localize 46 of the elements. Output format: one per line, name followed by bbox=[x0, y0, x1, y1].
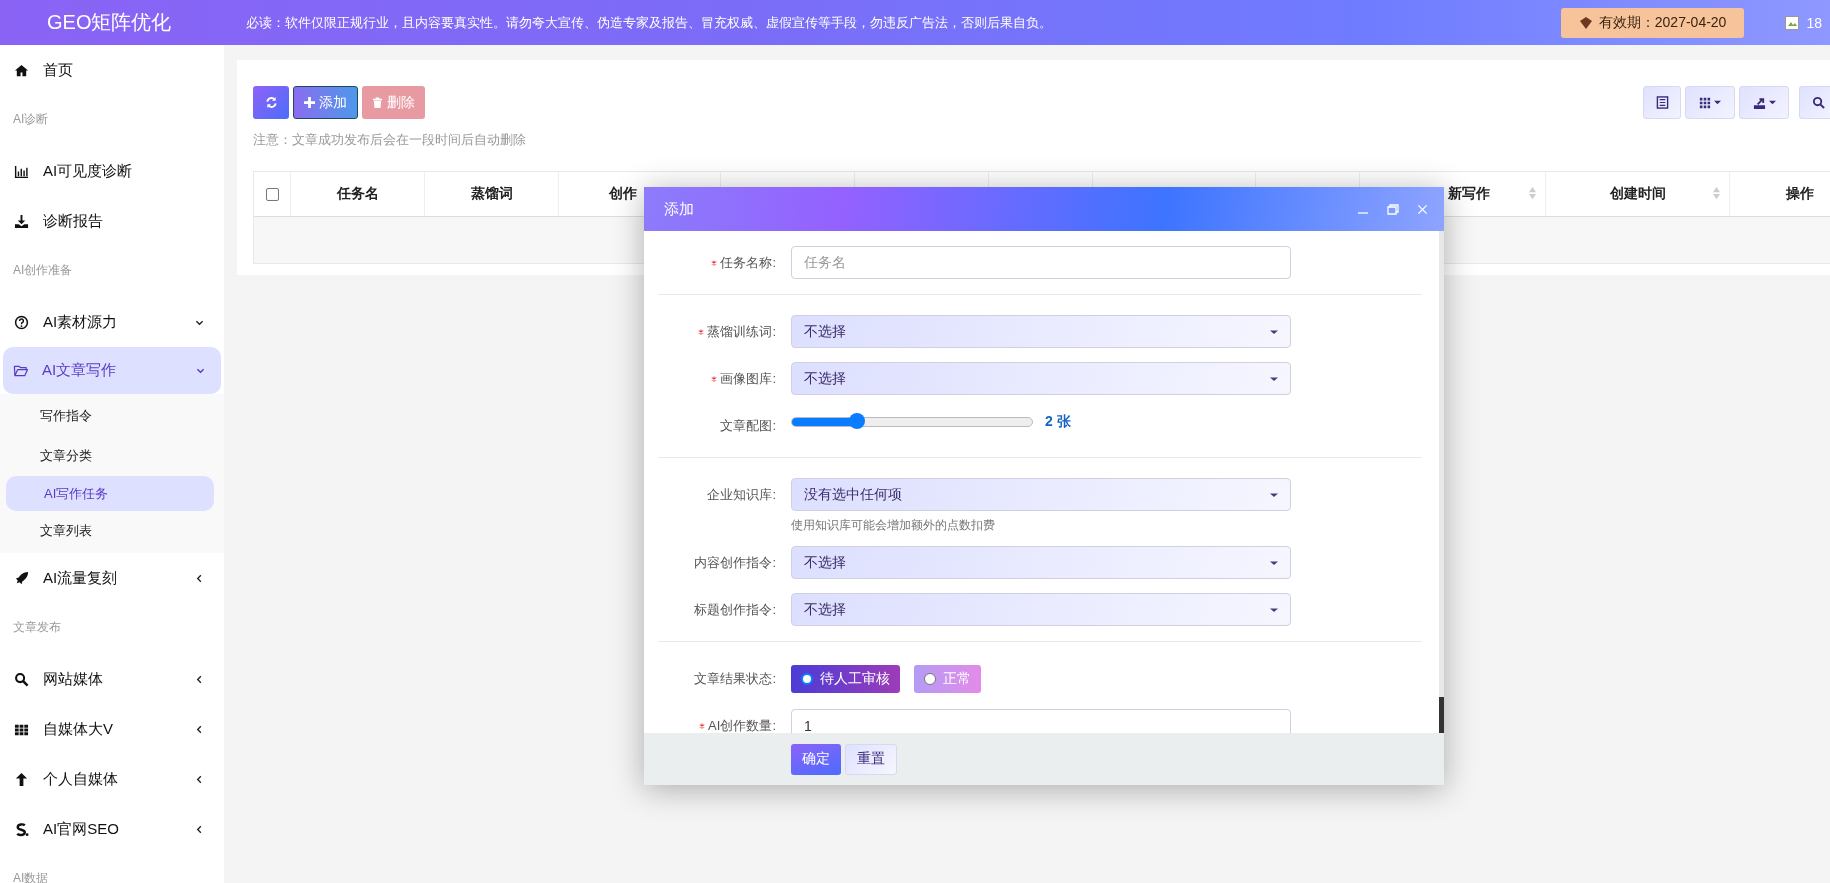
select-field[interactable]: 不选择 bbox=[791, 593, 1291, 626]
slider-value: 2 张 bbox=[1045, 413, 1071, 431]
radio-option[interactable]: 待人工审核 bbox=[791, 664, 900, 693]
submenu-item[interactable]: 文章列表 bbox=[6, 511, 214, 551]
nav-item[interactable]: 自媒体大V bbox=[4, 704, 220, 754]
field-label: 蒸馏训练词: bbox=[707, 322, 776, 341]
section-label: AI数据 bbox=[12, 870, 50, 883]
field-label: 文章配图: bbox=[720, 416, 776, 435]
nav-item[interactable]: AI官网SEO bbox=[4, 804, 220, 854]
section-label: AI创作准备 bbox=[12, 262, 74, 279]
confirm-button[interactable]: 确定 bbox=[791, 743, 841, 775]
select-field[interactable]: 不选择 bbox=[791, 362, 1291, 395]
select-field[interactable]: 没有选中任何项 bbox=[791, 478, 1291, 511]
nav-item[interactable]: AI可见度诊断 bbox=[4, 146, 220, 196]
field-label: 画像图库: bbox=[720, 369, 776, 388]
submenu-item[interactable]: AI写作任务 bbox=[6, 476, 214, 511]
select-field[interactable]: 不选择 bbox=[791, 315, 1291, 348]
user-text: 18 bbox=[1806, 14, 1822, 31]
field-label: 企业知识库: bbox=[707, 485, 776, 504]
nav-item[interactable]: AI流量复刻 bbox=[4, 553, 220, 603]
nav-item[interactable]: 个人自媒体 bbox=[4, 754, 220, 804]
field-label: 内容创作指令: bbox=[694, 553, 776, 572]
submenu-item[interactable]: 文章分类 bbox=[6, 436, 214, 476]
logo-text: GEO矩阵优化 bbox=[46, 10, 173, 35]
column-header[interactable]: 创建时间 bbox=[1546, 172, 1730, 216]
notice-text: 必读：软件仅限正规行业，且内容要真实性。请勿夸大宣传、伪造专家及报告、冒充权威、虚假宣传等手段，勿违反广告法，否则后果自负。 bbox=[246, 13, 1053, 32]
column-header[interactable]: 任务名 bbox=[291, 172, 425, 216]
nav-item[interactable]: AI文章写作 bbox=[3, 347, 221, 394]
submenu-item[interactable]: 写作指令 bbox=[6, 396, 214, 436]
expiry-text: 有效期：2027-04-20 bbox=[1598, 13, 1727, 32]
reset-button[interactable]: 重置 bbox=[845, 743, 897, 775]
hint-text: 使用知识库可能会增加额外的点数扣费 bbox=[791, 517, 996, 534]
section-label: 文章发布 bbox=[12, 619, 62, 636]
column-header[interactable]: 蒸馏词 bbox=[425, 172, 559, 216]
dialog-title: 添加 bbox=[664, 199, 694, 219]
nav-item[interactable]: 首页 bbox=[4, 45, 220, 95]
field-label: 文章结果状态: bbox=[694, 669, 776, 688]
field-label: 任务名称: bbox=[720, 253, 776, 272]
nav-item[interactable]: 网站媒体 bbox=[4, 654, 220, 704]
select-field[interactable]: 不选择 bbox=[791, 546, 1291, 579]
section-label: AI诊断 bbox=[12, 111, 50, 128]
nav-item[interactable]: AI素材源力 bbox=[4, 297, 220, 347]
column-header[interactable]: 操作 bbox=[1730, 172, 1830, 216]
nav-item[interactable]: 诊断报告 bbox=[4, 196, 220, 246]
field-label: AI创作数量: bbox=[708, 716, 776, 733]
field-label: 标题创作指令: bbox=[694, 600, 776, 619]
